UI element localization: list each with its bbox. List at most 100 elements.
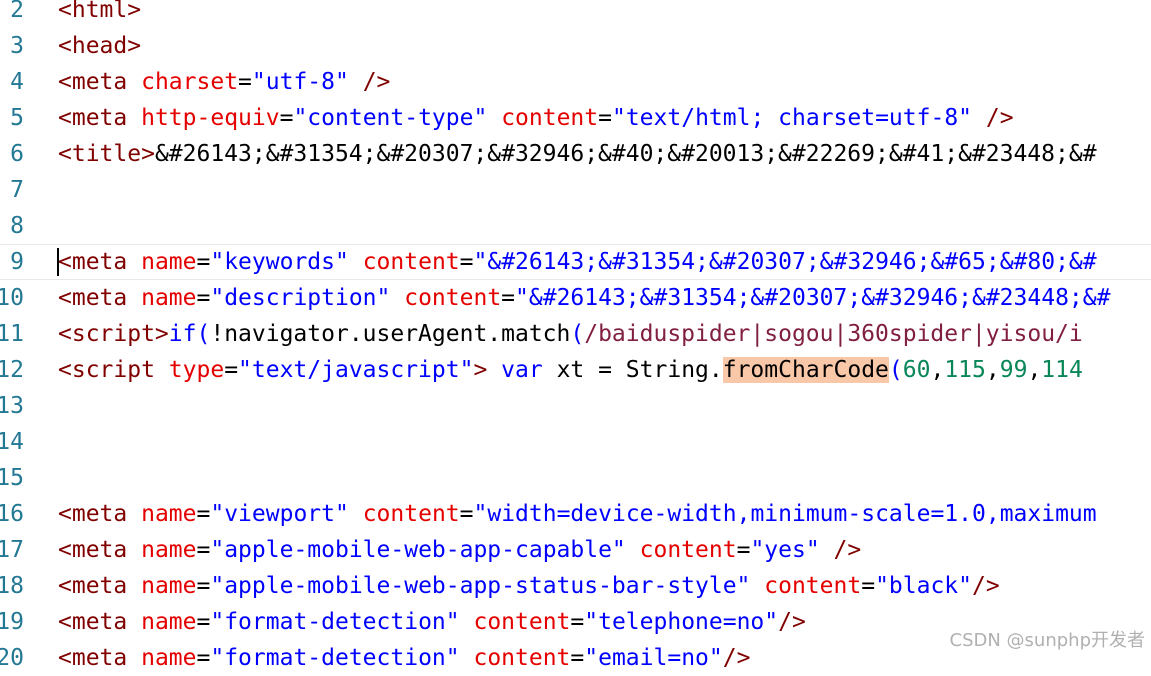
code-token: ( — [570, 321, 585, 347]
code-text[interactable]: <script type="text/javascript"> var xt =… — [58, 352, 1083, 388]
code-line[interactable]: 3 <head> — [0, 28, 1151, 64]
code-token: <script — [58, 357, 155, 383]
code-line[interactable]: 10 <meta name="description" content="&#26… — [0, 280, 1151, 316]
code-token: if — [168, 321, 197, 347]
code-token: "apple-mobile-web-app-status-bar-style" — [210, 573, 751, 599]
code-text[interactable]: <meta name="description" content="&#2614… — [58, 280, 1110, 316]
highlighted-token: fromCharCode — [722, 357, 889, 383]
code-token: "&#26143;&#31354;&#20307;&#32946;&#65;&#… — [473, 249, 1097, 275]
code-token: 114 — [1041, 357, 1083, 383]
code-token: &#26143;&#31354;&#20307;&#32946;&#40;&#2… — [154, 141, 1097, 167]
code-line[interactable]: 4 <meta charset="utf-8" /> — [0, 64, 1151, 100]
code-token: <head> — [58, 33, 142, 59]
code-line[interactable]: 2 <html> — [0, 0, 1151, 28]
code-line[interactable]: 14 — [0, 424, 1151, 460]
code-token: !navigator.userAgent.match — [210, 321, 571, 347]
code-token: <meta — [58, 645, 128, 671]
code-token: <meta — [58, 249, 128, 275]
code-token: <meta — [58, 69, 128, 95]
code-editor[interactable]: 2 <html> 3 <head> 4 <meta charset="utf-8" /> 5… — [0, 0, 1151, 676]
code-line[interactable]: 12 <script type="text/javascript"> var xt… — [0, 352, 1151, 388]
code-token: content — [362, 501, 460, 527]
code-token: name — [141, 573, 197, 599]
code-token: /> — [985, 105, 1014, 131]
code-line[interactable]: 13 — [0, 388, 1151, 424]
code-text[interactable]: <meta name="keywords" content="&#26143;&… — [58, 244, 1097, 280]
code-line[interactable]: 5 <meta http-equiv="content-type" content… — [0, 100, 1151, 136]
code-token: name — [141, 537, 197, 563]
code-token: content — [764, 573, 862, 599]
code-token: = — [861, 573, 876, 599]
code-token: content — [473, 645, 571, 671]
line-number: 20 — [0, 645, 24, 671]
line-number: 16 — [0, 501, 24, 527]
code-text[interactable]: <meta http-equiv="content-type" content=… — [58, 100, 1014, 136]
code-token: "viewport" — [210, 501, 349, 527]
code-text[interactable]: <script>if(!navigator.userAgent.match(/b… — [58, 316, 1083, 352]
code-token: "black" — [875, 573, 972, 599]
code-text[interactable]: <meta name="viewport" content="width=dev… — [58, 496, 1097, 532]
code-line[interactable]: 7 — [0, 172, 1151, 208]
code-token: var — [501, 357, 543, 383]
code-token: , — [985, 357, 1000, 383]
code-token: "&#26143;&#31354;&#20307;&#32946;&#23448… — [515, 285, 1111, 311]
code-token: <title> — [58, 141, 155, 167]
code-line[interactable]: 6 <title>&#26143;&#31354;&#20307;&#32946;… — [0, 136, 1151, 172]
code-token: "format-detection" — [210, 609, 460, 635]
code-token: = — [224, 357, 239, 383]
code-token: name — [141, 645, 197, 671]
code-token: <meta — [58, 501, 128, 527]
line-number: 18 — [0, 573, 24, 599]
code-token: <script> — [58, 321, 169, 347]
code-token: "width=device-width,minimum-scale=1.0,ma… — [473, 501, 1097, 527]
code-text[interactable]: <meta name="apple-mobile-web-app-capable… — [58, 532, 861, 568]
line-number: 17 — [0, 537, 24, 563]
code-token: 115 — [944, 357, 986, 383]
code-token: "description" — [210, 285, 391, 311]
code-token: = — [570, 609, 585, 635]
code-line[interactable]: 11 <script>if(!navigator.userAgent.match(… — [0, 316, 1151, 352]
code-text[interactable]: <meta name="format-detection" content="t… — [58, 604, 806, 640]
code-text[interactable]: <meta charset="utf-8" /> — [58, 64, 390, 100]
code-text[interactable]: <meta name = "apple-mobile-web-app-status-… — [58, 568, 1000, 604]
code-line[interactable]: 15 — [0, 460, 1151, 496]
code-token: /> — [722, 645, 751, 671]
code-token: = — [196, 645, 211, 671]
code-line[interactable]: 16 <meta name="viewport" content="width=d… — [0, 496, 1151, 532]
code-line[interactable]: 9 <meta name="keywords" content="&#26143;… — [0, 244, 1151, 280]
code-text[interactable]: <meta name="format-detection" content="e… — [58, 640, 750, 676]
code-line[interactable]: 17 <meta name="apple-mobile-web-app-capab… — [0, 532, 1151, 568]
code-token: name — [141, 501, 197, 527]
code-token: content — [639, 537, 737, 563]
code-token: ( — [888, 357, 903, 383]
code-token: name — [141, 285, 197, 311]
line-number: 3 — [10, 33, 24, 59]
code-text[interactable]: <title>&#26143;&#31354;&#20307;&#32946;&… — [58, 136, 1097, 172]
code-text[interactable]: <html> — [58, 0, 141, 28]
line-number: 7 — [10, 177, 24, 203]
code-text[interactable]: <head> — [58, 28, 141, 64]
code-token: = — [196, 501, 211, 527]
code-token: <html> — [58, 0, 142, 23]
code-token: charset — [141, 69, 239, 95]
code-line[interactable]: 8 — [0, 208, 1151, 244]
line-number: 19 — [0, 609, 24, 635]
code-token: = — [459, 501, 474, 527]
code-line[interactable]: 18 <meta name = "apple-mobile-web-app-statu… — [0, 568, 1151, 604]
code-token: = — [570, 645, 585, 671]
code-token: <meta — [58, 573, 128, 599]
code-token: <meta — [58, 285, 128, 311]
code-token: xt = String. — [542, 357, 723, 383]
code-token: , — [930, 357, 945, 383]
